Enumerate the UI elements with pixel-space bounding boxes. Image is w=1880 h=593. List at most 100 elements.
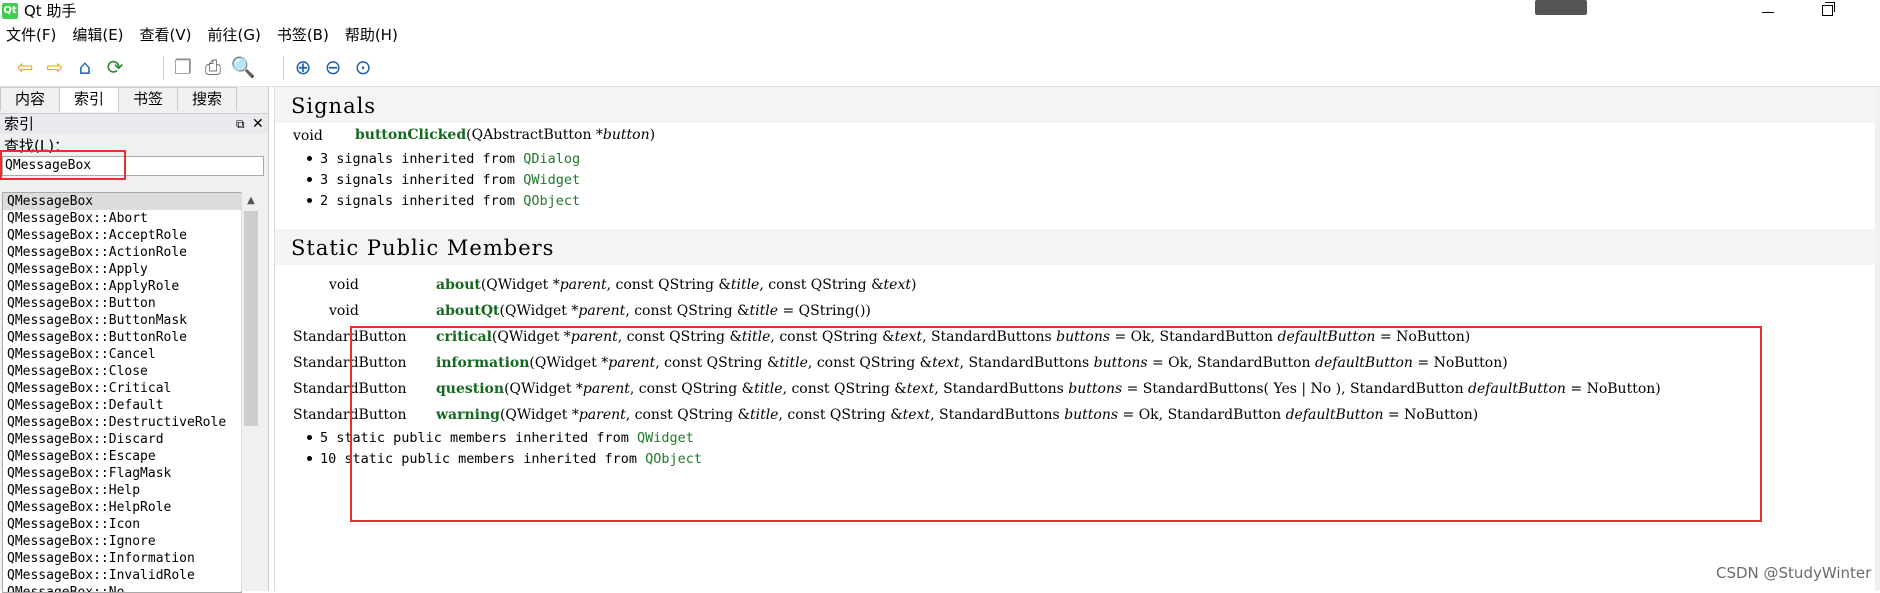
toolbar-separator — [163, 56, 164, 80]
signature-text: = Ok, StandardButton — [1118, 407, 1286, 423]
menu-help[interactable]: 帮助(H) — [339, 24, 408, 46]
index-list[interactable]: QMessageBox QMessageBox::Abort QMessageBox… — [2, 192, 242, 593]
index-list-item[interactable]: QMessageBox::Close — [3, 363, 241, 380]
menu-view[interactable]: 查看(V) — [134, 24, 202, 46]
section-heading-static: Static Public Members — [275, 229, 1880, 265]
minimize-icon[interactable] — [1762, 12, 1774, 13]
menu-file[interactable]: 文件(F) — [0, 24, 66, 46]
tab-index[interactable]: 索引 — [59, 87, 120, 112]
tab-search[interactable]: 搜索 — [177, 87, 238, 111]
title-bar: Qt Qt 助手 — [0, 0, 1880, 22]
signature-text: (QWidget * — [480, 277, 560, 293]
home-icon[interactable]: ⌂ — [70, 53, 100, 81]
inherited-text: 10 static public members inherited from — [320, 451, 646, 467]
return-type: void — [329, 303, 359, 319]
class-link[interactable]: QDialog — [523, 151, 580, 167]
function-link[interactable]: critical — [436, 329, 492, 345]
bullet-icon — [307, 176, 312, 182]
index-list-item[interactable]: QMessageBox::Critical — [3, 380, 241, 397]
index-list-item[interactable]: QMessageBox::Escape — [3, 448, 241, 465]
index-list-item[interactable]: QMessageBox::ApplyRole — [3, 278, 241, 295]
close-dock-icon[interactable]: ✕ — [252, 114, 264, 134]
menu-go[interactable]: 前往(G) — [202, 24, 271, 46]
signature-text: = NoButton) — [1412, 355, 1508, 371]
index-list-item[interactable]: QMessageBox::Default — [3, 397, 241, 414]
class-link[interactable]: QObject — [523, 193, 580, 209]
function-link[interactable]: aboutQt — [436, 303, 500, 319]
scroll-thumb[interactable] — [244, 211, 258, 426]
toolbar: ⇦ ⇨ ⌂ ⟳ ❐ ⎙ 🔍 ⊕ ⊖ ⊙ — [0, 48, 1880, 87]
index-scrollbar[interactable]: ▲ — [241, 192, 260, 591]
param-name: text — [883, 277, 911, 293]
section-title: Static Public Members — [291, 236, 555, 260]
forward-icon[interactable]: ⇨ — [40, 53, 70, 81]
tab-contents[interactable]: 内容 — [0, 87, 61, 111]
scroll-up-icon[interactable]: ▲ — [242, 192, 260, 209]
index-list-item[interactable]: QMessageBox::ButtonRole — [3, 329, 241, 346]
copy-icon[interactable]: ❐ — [168, 53, 198, 81]
param-name: title — [754, 381, 783, 397]
return-type: StandardButton — [293, 355, 407, 371]
signature-text: (QWidget * — [499, 303, 579, 319]
index-list-item[interactable]: QMessageBox::FlagMask — [3, 465, 241, 482]
index-list-item[interactable]: QMessageBox::Information — [3, 550, 241, 567]
index-list-item[interactable]: QMessageBox::HelpRole — [3, 499, 241, 516]
function-link[interactable]: question — [436, 381, 504, 397]
sync-icon[interactable]: ⟳ — [100, 53, 130, 81]
param-name: text — [906, 381, 935, 397]
class-link[interactable]: QObject — [645, 451, 702, 467]
bullet-icon — [307, 455, 312, 461]
index-list-item[interactable]: QMessageBox::Ignore — [3, 533, 241, 550]
index-list-item[interactable]: QMessageBox::AcceptRole — [3, 227, 241, 244]
index-list-item[interactable]: QMessageBox::Abort — [3, 210, 241, 227]
restore-icon[interactable] — [1822, 2, 1835, 16]
index-list-item[interactable]: QMessageBox::DestructiveRole — [3, 414, 241, 431]
content-scrollbar[interactable] — [1875, 87, 1880, 591]
section-heading-signals: Signals — [275, 87, 1880, 123]
param-name: defaultButton — [1277, 329, 1376, 345]
menu-edit[interactable]: 编辑(E) — [66, 24, 133, 46]
function-link[interactable]: buttonClicked — [355, 127, 466, 143]
member-signature: warning(QWidget *parent, const QString &… — [436, 406, 1478, 424]
inherited-text: 2 signals inherited from — [320, 193, 524, 209]
print-icon[interactable]: ⎙ — [198, 53, 228, 81]
class-link[interactable]: QWidget — [523, 172, 580, 188]
index-list-item[interactable]: QMessageBox::ButtonMask — [3, 312, 241, 329]
back-icon[interactable]: ⇦ — [10, 53, 40, 81]
signature-text: = QString()) — [778, 303, 871, 319]
menu-bookmarks[interactable]: 书签(B) — [271, 24, 339, 46]
find-icon[interactable]: 🔍 — [228, 53, 258, 81]
find-input[interactable] — [2, 156, 264, 176]
index-list-item[interactable]: QMessageBox::Help — [3, 482, 241, 499]
index-list-item[interactable]: QMessageBox::Icon — [3, 516, 241, 533]
float-dock-icon[interactable]: ⧉ — [236, 115, 245, 133]
inherited-text: 3 signals inherited from — [320, 172, 524, 188]
zoom-out-icon[interactable]: ⊖ — [318, 53, 348, 81]
reset-zoom-icon[interactable]: ⊙ — [348, 53, 378, 81]
param-name: parent — [608, 355, 656, 371]
param-name: defaultButton — [1315, 355, 1413, 371]
signature-text: = NoButton) — [1375, 329, 1471, 345]
class-link[interactable]: QWidget — [637, 430, 694, 446]
toolbar-separator — [283, 56, 284, 80]
index-list-item[interactable]: QMessageBox::ActionRole — [3, 244, 241, 261]
signature-text: , const QString & — [629, 381, 755, 397]
index-list-item[interactable]: QMessageBox — [3, 193, 241, 210]
signature-text: , const QString & — [778, 407, 903, 423]
param-name: buttons — [1093, 355, 1148, 371]
return-type: StandardButton — [293, 381, 407, 397]
function-link[interactable]: information — [436, 355, 529, 371]
return-type: StandardButton — [293, 329, 407, 345]
index-list-item[interactable]: QMessageBox::Button — [3, 295, 241, 312]
function-link[interactable]: warning — [436, 407, 500, 423]
tab-bookmarks[interactable]: 书签 — [118, 87, 179, 111]
function-link[interactable]: about — [436, 277, 481, 293]
return-type: void — [293, 128, 323, 144]
index-list-item[interactable]: QMessageBox::No — [3, 584, 241, 592]
index-list-item[interactable]: QMessageBox::Discard — [3, 431, 241, 448]
index-list-item[interactable]: QMessageBox::Cancel — [3, 346, 241, 363]
index-list-item[interactable]: QMessageBox::Apply — [3, 261, 241, 278]
signature-text: (QAbstractButton * — [466, 127, 603, 143]
zoom-in-icon[interactable]: ⊕ — [288, 53, 318, 81]
index-list-item[interactable]: QMessageBox::InvalidRole — [3, 567, 241, 584]
